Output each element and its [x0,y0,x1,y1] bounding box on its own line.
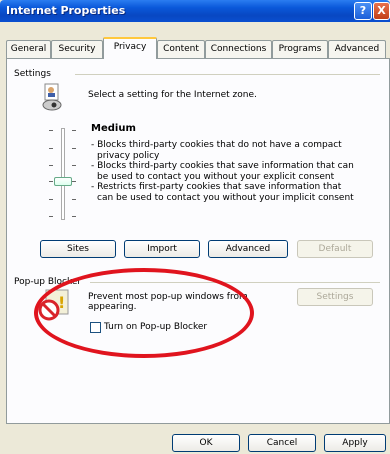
slider-tick [49,216,53,217]
description-line: - Restricts first-party cookies that sav… [91,182,342,192]
description-line: can be used to contact you without your … [97,192,354,203]
close-button[interactable]: X [373,2,390,20]
popup-settings-button[interactable]: Settings [297,288,373,306]
privacy-slider-track[interactable] [61,128,65,220]
privacy-level-title: Medium [91,123,136,134]
slider-tick [72,148,76,149]
tab-general[interactable]: General [6,40,51,58]
apply-button[interactable]: Apply [324,434,386,452]
window-title: Internet Properties [6,4,126,17]
slider-tick [49,181,53,182]
title-bar[interactable]: Internet Properties ? X [0,0,390,22]
settings-divider [75,74,380,75]
slider-tick [49,148,53,149]
import-button[interactable]: Import [124,240,200,258]
help-button[interactable]: ? [354,2,372,20]
tab-connections[interactable]: Connections [205,40,272,58]
privacy-level-description: - Blocks third-party cookies that do not… [91,140,381,203]
slider-tick [72,130,76,131]
ok-button[interactable]: OK [172,434,240,452]
tab-advanced[interactable]: Advanced [328,40,386,58]
sites-button[interactable]: Sites [40,240,116,258]
tab-programs[interactable]: Programs [272,40,328,58]
privacy-slider-thumb[interactable] [54,177,72,186]
internet-properties-window: Internet Properties ? X General Security… [0,0,390,454]
slider-tick [72,181,76,182]
tab-security[interactable]: Security [51,40,103,58]
slider-tick [72,199,76,200]
description-line: - Blocks third-party cookies that do not… [91,140,342,150]
description-line: be used to contact you without your expl… [97,171,335,182]
highlight-circle [34,268,254,358]
description-line: - Blocks third-party cookies that save i… [91,161,354,171]
cancel-button[interactable]: Cancel [248,434,316,452]
tab-content[interactable]: Content [157,40,205,58]
advanced-button[interactable]: Advanced [208,240,288,258]
settings-group-label: Settings [14,69,55,79]
internet-zone-icon [42,83,62,111]
slider-tick [49,199,53,200]
description-line: privacy policy [97,150,160,161]
zone-intro-text: Select a setting for the Internet zone. [88,90,257,100]
slider-tick [49,130,53,131]
default-button[interactable]: Default [297,240,373,258]
tab-privacy[interactable]: Privacy [103,37,157,59]
slider-tick [72,216,76,217]
slider-tick [49,165,53,166]
slider-tick [72,165,76,166]
